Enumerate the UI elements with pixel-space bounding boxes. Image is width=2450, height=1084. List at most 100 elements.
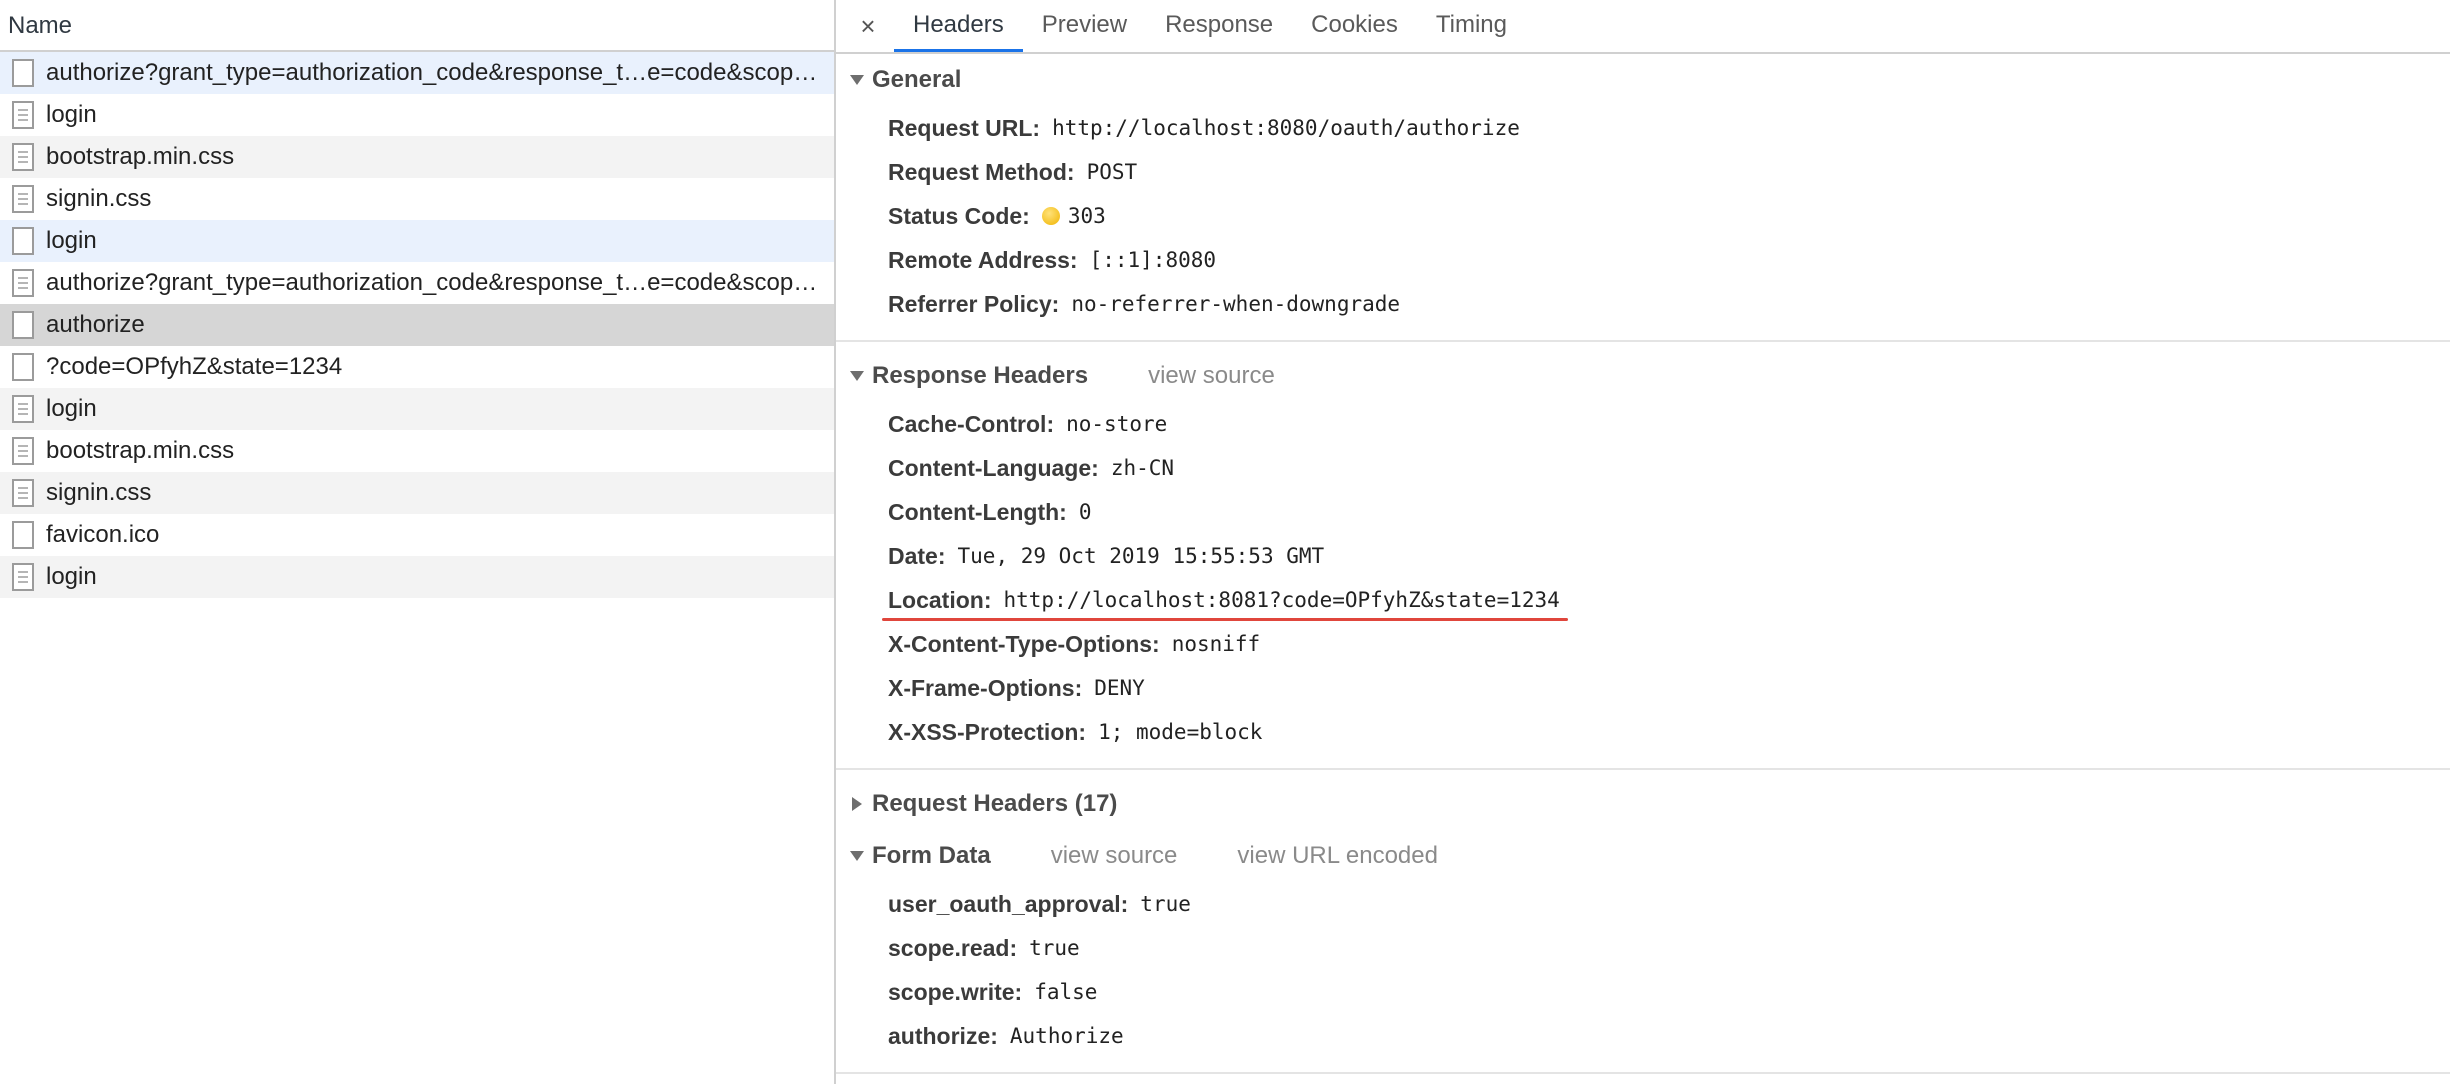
general-row: Request Method: POST bbox=[836, 150, 2450, 194]
document-file-icon bbox=[12, 437, 34, 465]
request-row[interactable]: ?code=OPfyhZ&state=1234 bbox=[0, 346, 834, 388]
request-headers-header[interactable]: Request Headers (17) bbox=[836, 778, 2450, 830]
red-annotation-underline bbox=[881, 618, 1568, 621]
header-key: Content-Language: bbox=[888, 454, 1099, 481]
header-value: http://localhost:8080/oauth/authorize bbox=[1052, 116, 1520, 140]
header-value: no-store bbox=[1066, 412, 1168, 436]
response-header-row: Content-Language: zh-CN bbox=[836, 446, 2450, 490]
document-file-icon bbox=[12, 101, 34, 129]
header-value: 0 bbox=[1078, 500, 1092, 524]
header-key: Request URL: bbox=[888, 114, 1041, 141]
request-row[interactable]: login bbox=[0, 388, 834, 430]
general-section-header[interactable]: General bbox=[836, 54, 2450, 106]
response-header-row: Date: Tue, 29 Oct 2019 15:55:53 GMT bbox=[836, 534, 2450, 578]
location-value: http://localhost:8081?code=OPfyhZ&state=… bbox=[881, 588, 1568, 621]
response-headers-header[interactable]: Response Headers view source bbox=[836, 350, 2450, 402]
form-data-title: Form Data bbox=[872, 842, 991, 869]
document-file-icon bbox=[12, 269, 34, 297]
request-row[interactable]: signin.css bbox=[0, 178, 834, 220]
tab-response[interactable]: Response bbox=[1146, 0, 1292, 52]
view-source-link[interactable]: view source bbox=[1148, 362, 1275, 390]
request-name: ?code=OPfyhZ&state=1234 bbox=[46, 353, 343, 380]
request-name: bootstrap.min.css bbox=[46, 143, 235, 170]
form-value: Authorize bbox=[1009, 1024, 1124, 1048]
form-key: scope.write: bbox=[888, 978, 1023, 1005]
request-name: signin.css bbox=[46, 479, 152, 506]
status-code-value: 303 bbox=[1067, 204, 1106, 228]
document-file-icon bbox=[12, 185, 34, 213]
request-list-pane: Name authorize?grant_type=authorization_… bbox=[0, 0, 836, 1084]
request-row[interactable]: bootstrap.min.css bbox=[0, 136, 834, 178]
request-row[interactable]: authorize?grant_type=authorization_code&… bbox=[0, 262, 834, 304]
document-file-icon bbox=[12, 395, 34, 423]
header-value: 1; mode=block bbox=[1098, 720, 1263, 744]
request-list: authorize?grant_type=authorization_code&… bbox=[0, 52, 834, 598]
response-header-row: Cache-Control: no-store bbox=[836, 402, 2450, 446]
header-key: X-Frame-Options: bbox=[888, 674, 1083, 701]
form-data-row: authorize: Authorize bbox=[836, 1014, 2450, 1058]
request-headers-title: Request Headers (17) bbox=[872, 790, 1118, 817]
form-value: true bbox=[1140, 892, 1191, 916]
request-name: authorize?grant_type=authorization_code&… bbox=[46, 269, 818, 296]
tab-headers[interactable]: Headers bbox=[894, 0, 1023, 52]
general-section: General Request URL: http://localhost:80… bbox=[836, 54, 2450, 342]
status-dot-icon bbox=[1041, 207, 1060, 225]
response-header-row: Location: http://localhost:8081?code=OPf… bbox=[836, 578, 2450, 622]
blank-file-icon bbox=[12, 227, 34, 255]
request-row[interactable]: login bbox=[0, 94, 834, 136]
tab-cookies[interactable]: Cookies bbox=[1292, 0, 1417, 52]
document-file-icon bbox=[12, 479, 34, 507]
blank-file-icon bbox=[12, 311, 34, 339]
form-value: true bbox=[1029, 936, 1080, 960]
document-file-icon bbox=[12, 563, 34, 591]
header-value: POST bbox=[1086, 160, 1138, 184]
response-header-row: Content-Length: 0 bbox=[836, 490, 2450, 534]
response-headers-section: Response Headers view source Cache-Contr… bbox=[836, 350, 2450, 770]
response-header-row: X-Content-Type-Options: nosniff bbox=[836, 622, 2450, 666]
response-headers-title: Response Headers bbox=[872, 362, 1089, 389]
general-row: Request URL: http://localhost:8080/oauth… bbox=[836, 106, 2450, 150]
request-name: login bbox=[46, 101, 97, 128]
request-name: signin.css bbox=[46, 185, 152, 212]
form-key: scope.read: bbox=[888, 934, 1018, 961]
request-name: login bbox=[46, 227, 97, 254]
request-name: authorize bbox=[46, 311, 145, 338]
form-value: false bbox=[1034, 980, 1098, 1004]
request-row[interactable]: authorize bbox=[0, 304, 834, 346]
view-url-encoded-link[interactable]: view URL encoded bbox=[1237, 842, 1438, 870]
request-row[interactable]: favicon.ico bbox=[0, 514, 834, 556]
location-value-text: http://localhost:8081?code=OPfyhZ&state=… bbox=[1003, 588, 1560, 612]
request-headers-section: Request Headers (17) bbox=[836, 778, 2450, 830]
close-icon[interactable]: × bbox=[850, 0, 886, 52]
request-row[interactable]: login bbox=[0, 556, 834, 598]
request-row[interactable]: login bbox=[0, 220, 834, 262]
blank-file-icon bbox=[12, 59, 34, 87]
form-key: user_oauth_approval: bbox=[888, 890, 1129, 917]
blank-file-icon bbox=[12, 521, 34, 549]
tab-preview[interactable]: Preview bbox=[1023, 0, 1146, 52]
request-row[interactable]: authorize?grant_type=authorization_code&… bbox=[0, 52, 834, 94]
form-data-row: user_oauth_approval: true bbox=[836, 882, 2450, 926]
request-name: login bbox=[46, 563, 97, 590]
expanded-triangle-icon bbox=[850, 75, 864, 85]
request-row[interactable]: signin.css bbox=[0, 472, 834, 514]
header-key: Remote Address: bbox=[888, 246, 1078, 273]
request-name: authorize?grant_type=authorization_code&… bbox=[46, 59, 818, 86]
header-key: X-Content-Type-Options: bbox=[888, 630, 1160, 657]
header-value: no-referrer-when-downgrade bbox=[1071, 292, 1401, 316]
request-details-pane: × Headers Preview Response Cookies Timin… bbox=[836, 0, 2450, 1084]
header-key: Date: bbox=[888, 542, 946, 569]
general-row: Referrer Policy: no-referrer-when-downgr… bbox=[836, 282, 2450, 326]
header-value: [::1]:8080 bbox=[1089, 248, 1217, 272]
header-key: X-XSS-Protection: bbox=[888, 718, 1087, 745]
header-key: Content-Length: bbox=[888, 498, 1067, 525]
tab-timing[interactable]: Timing bbox=[1417, 0, 1526, 52]
request-row[interactable]: bootstrap.min.css bbox=[0, 430, 834, 472]
form-data-header[interactable]: Form Data view source view URL encoded bbox=[836, 830, 2450, 882]
general-title: General bbox=[872, 66, 962, 93]
blank-file-icon bbox=[12, 353, 34, 381]
view-source-link[interactable]: view source bbox=[1051, 842, 1178, 870]
request-name: login bbox=[46, 395, 97, 422]
name-column-header[interactable]: Name bbox=[0, 0, 834, 52]
form-data-section: Form Data view source view URL encoded u… bbox=[836, 830, 2450, 1074]
